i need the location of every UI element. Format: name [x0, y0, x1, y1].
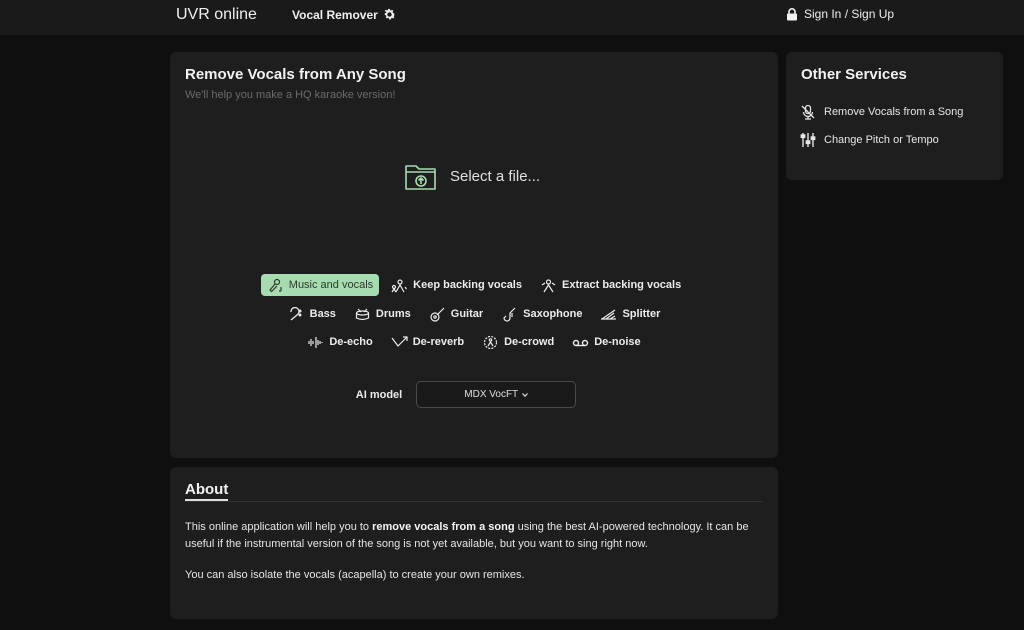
option-de-echo[interactable]: De-echo: [301, 331, 378, 353]
option-music-and-vocals[interactable]: Music and vocals: [260, 274, 380, 296]
other-services-title: Other Services: [801, 66, 907, 83]
chevron-down-icon: [522, 392, 529, 397]
option-guitar[interactable]: Guitar: [423, 303, 489, 325]
option-label: Saxophone: [523, 308, 583, 320]
about-divider: [185, 501, 763, 502]
other-services-panel: Other Services Remove Vocals from a Song…: [786, 52, 1003, 180]
vocal-remover-panel: Remove Vocals from Any Song We'll help y…: [170, 52, 778, 458]
about-panel: About This online application will help …: [170, 467, 778, 619]
splitter-icon: [601, 309, 617, 320]
option-label: Bass: [309, 308, 336, 320]
reverb-icon: [391, 335, 408, 347]
option-keep-backing-vocals[interactable]: Keep backing vocals: [385, 274, 528, 296]
option-label: Guitar: [450, 308, 484, 320]
option-de-reverb[interactable]: De-reverb: [385, 331, 470, 353]
bass-clef-icon: [289, 306, 302, 320]
page-subtitle: We'll help you make a HQ karaoke version…: [185, 89, 396, 101]
echo-icon: [308, 336, 323, 348]
crowd-icon: [483, 335, 498, 349]
signin-link[interactable]: Sign In / Sign Up: [786, 7, 894, 21]
option-bass[interactable]: Bass: [282, 303, 342, 325]
option-de-crowd[interactable]: De-crowd: [476, 331, 560, 353]
service-change-pitch[interactable]: Change Pitch or Tempo: [800, 132, 939, 148]
option-label: De-reverb: [412, 336, 465, 348]
select-file-label: Select a file...: [450, 167, 541, 185]
service-label: Remove Vocals from a Song: [824, 106, 964, 118]
service-remove-vocals[interactable]: Remove Vocals from a Song: [800, 104, 963, 120]
folder-upload-icon: [405, 165, 436, 190]
noise-icon: [573, 339, 589, 346]
model-select-value: MDX VocFT: [464, 389, 519, 400]
option-splitter[interactable]: Splitter: [594, 303, 666, 325]
top-navbar: UVR online Vocal Remover Sign In / Sign …: [0, 0, 1024, 35]
about-text-segment: This online application will help you to: [185, 521, 373, 533]
option-label: Splitter: [622, 308, 661, 320]
option-label: De-echo: [329, 336, 373, 348]
service-label: Change Pitch or Tempo: [824, 134, 939, 146]
option-extract-backing-vocals[interactable]: Extract backing vocals: [534, 274, 687, 296]
separation-options-row-1: Music and vocals Keep backing vocals Ext…: [170, 274, 778, 296]
option-label: De-crowd: [504, 336, 555, 348]
model-select-dropdown[interactable]: MDX VocFT: [416, 381, 577, 408]
about-paragraph-2: You can also isolate the vocals (acapell…: [185, 569, 525, 581]
backing-vocals-icon: [391, 278, 408, 292]
option-de-noise[interactable]: De-noise: [566, 331, 646, 353]
about-paragraph-1: This online application will help you to…: [185, 519, 765, 553]
about-text-bold: remove vocals from a song: [372, 521, 515, 533]
about-title: About: [185, 481, 229, 501]
mic-note-icon: [268, 278, 282, 292]
select-file-button[interactable]: Select a file...: [404, 160, 540, 192]
drums-icon: [355, 308, 370, 320]
separation-options-row-3: De-echo De-reverb De-crowd De-noise: [170, 331, 778, 353]
nav-vocal-remover[interactable]: Vocal Remover: [292, 8, 378, 22]
guitar-icon: [430, 307, 445, 322]
mic-off-icon: [801, 104, 815, 120]
brand-logo[interactable]: UVR online: [176, 6, 257, 24]
option-label: De-noise: [594, 336, 641, 348]
page-title: Remove Vocals from Any Song: [185, 66, 406, 83]
lock-icon: [787, 7, 797, 20]
option-label: Extract backing vocals: [561, 279, 682, 291]
saxophone-icon: [503, 307, 516, 322]
separation-options-row-2: Bass Drums Guitar Saxophone Splitter: [170, 303, 778, 325]
option-label: Music and vocals: [288, 279, 374, 291]
option-drums[interactable]: Drums: [348, 303, 417, 325]
model-label: AI model: [355, 388, 403, 401]
gear-icon[interactable]: [382, 7, 397, 22]
extract-backing-icon: [541, 278, 556, 292]
model-selector-row: AI model MDX VocFT: [170, 381, 778, 408]
option-label: Drums: [375, 308, 411, 320]
option-saxophone[interactable]: Saxophone: [495, 303, 588, 325]
sliders-icon: [800, 133, 816, 147]
signin-label: Sign In / Sign Up: [804, 7, 895, 21]
option-label: Keep backing vocals: [413, 279, 522, 291]
